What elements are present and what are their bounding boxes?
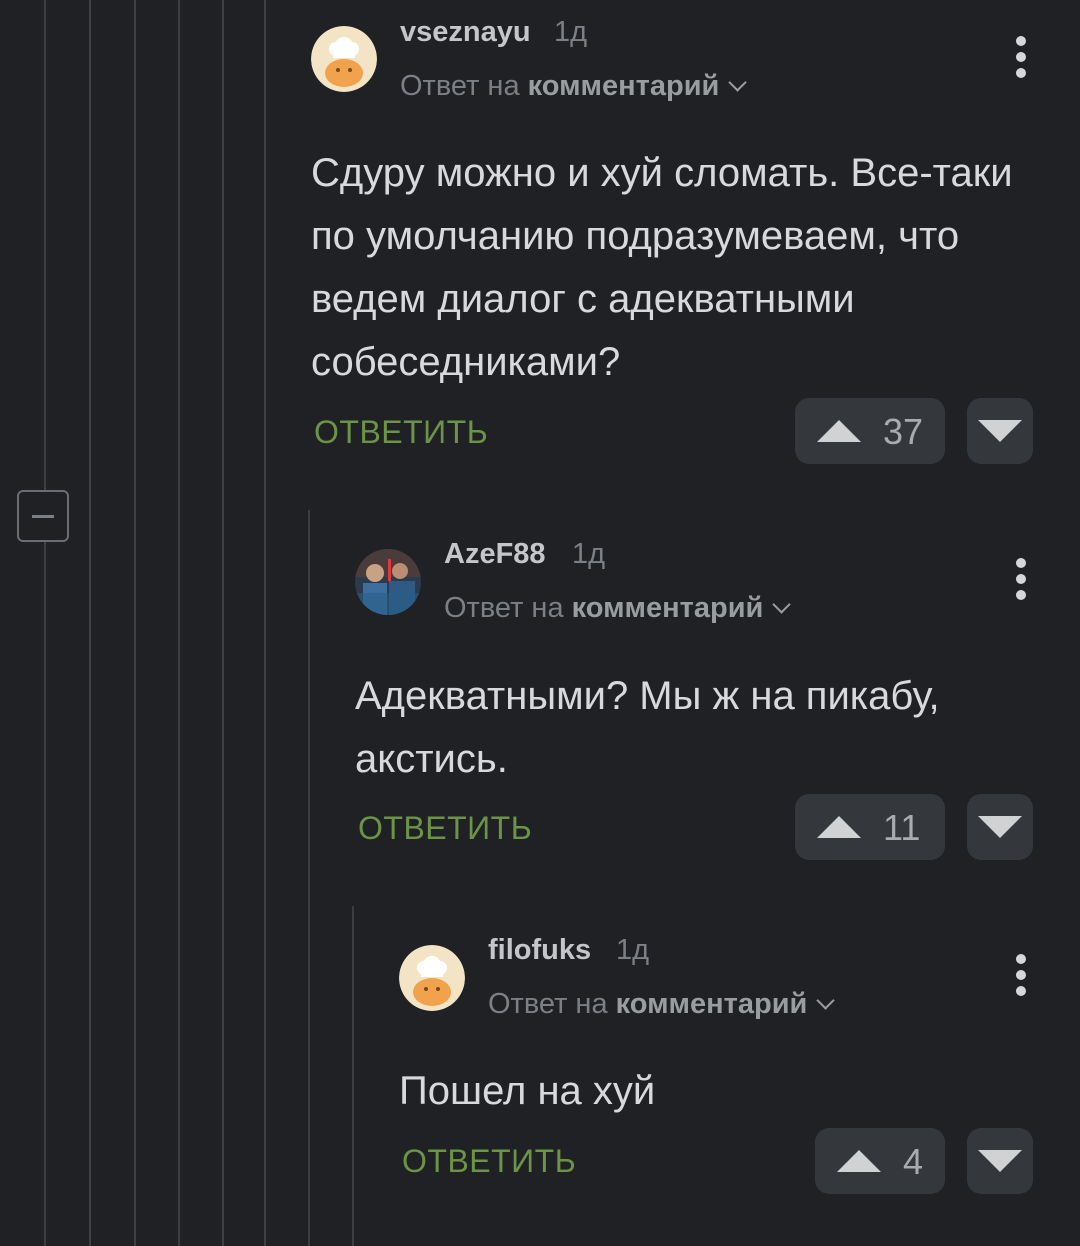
reply-target: комментарий [615, 988, 808, 1020]
chef-hat-avatar-icon [399, 945, 465, 1011]
rating-count: 4 [903, 1141, 924, 1182]
timestamp: 1д [616, 934, 650, 966]
avatar[interactable] [399, 945, 465, 1011]
reply-button[interactable]: ОТВЕТИТЬ [402, 1143, 576, 1180]
chevron-down-icon [816, 991, 836, 1010]
comment: filofuks 1д Ответ на комментарий Пошел н… [0, 0, 1080, 1246]
username[interactable]: filofuks [488, 934, 591, 967]
reply-to-link[interactable]: Ответ на комментарий [488, 988, 836, 1021]
arrow-down-icon [978, 1150, 1022, 1172]
comment-text: Пошел на хуй [399, 1069, 656, 1113]
arrow-up-icon [837, 1150, 881, 1172]
reply-prefix: Ответ на [488, 988, 608, 1020]
more-options-icon[interactable] [1014, 954, 1028, 998]
upvote-button[interactable]: 4 [815, 1128, 945, 1194]
downvote-button[interactable] [967, 1128, 1033, 1194]
